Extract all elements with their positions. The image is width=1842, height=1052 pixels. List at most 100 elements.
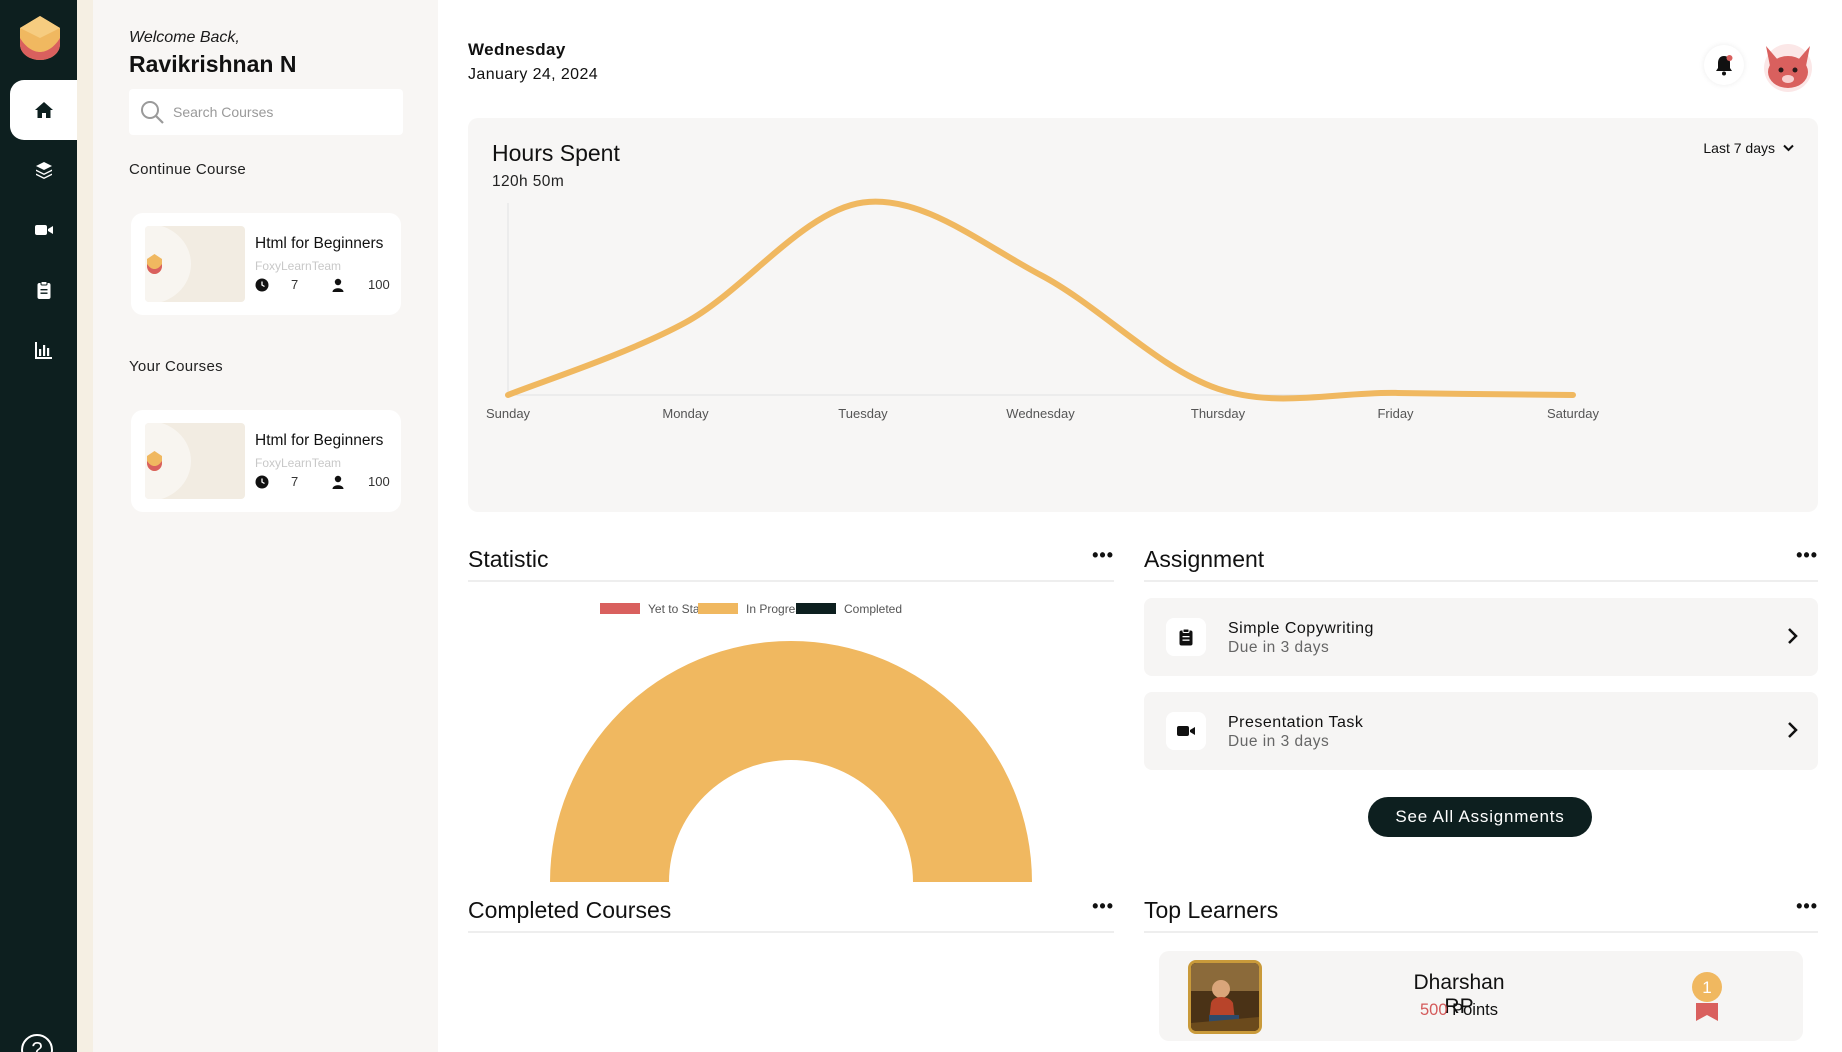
- x-tick-label: Wednesday: [1006, 406, 1075, 421]
- x-tick-label: Tuesday: [838, 406, 888, 421]
- hours-title: Hours Spent: [492, 140, 620, 166]
- top-learners-menu-icon[interactable]: •••: [1796, 897, 1818, 915]
- x-tick-label: Saturday: [1547, 406, 1600, 421]
- course-meta: 7 100: [255, 474, 390, 489]
- course-logo-icon: [147, 451, 162, 471]
- student-count: 100: [368, 474, 390, 489]
- learner-points-value: 500: [1420, 1001, 1448, 1019]
- video-icon: [34, 225, 53, 235]
- assignment-due: Due in 3 days: [1228, 733, 1330, 750]
- app-logo[interactable]: [18, 14, 62, 62]
- search-input[interactable]: [173, 104, 393, 120]
- continue-course-card[interactable]: Html for Beginners FoxyLearnTeam 7 100: [131, 213, 401, 315]
- see-all-assignments-button[interactable]: See All Assignments: [1368, 797, 1592, 837]
- continue-course-label: Continue Course: [129, 161, 247, 178]
- course-title: Html for Beginners: [255, 432, 384, 449]
- hours-series-line: [505, 198, 1576, 402]
- chevron-right-icon[interactable]: [1786, 626, 1800, 646]
- clipboard-icon: [37, 281, 50, 299]
- legend-label: Completed: [844, 602, 902, 616]
- assignment-name: Simple Copywriting: [1228, 620, 1374, 637]
- learner-photo-image: [1191, 963, 1259, 1031]
- app-root: ? Welcome Back, Ravikrishnan N Continue …: [0, 0, 1842, 1052]
- clipboard-icon: [1179, 628, 1193, 646]
- nav-assignments[interactable]: [10, 260, 77, 320]
- chevron-down-icon: [1783, 144, 1794, 152]
- nav-rail: ?: [0, 0, 77, 1052]
- current-date: January 24, 2024: [468, 66, 599, 83]
- layers-icon: [35, 162, 52, 179]
- search-box[interactable]: [129, 89, 403, 135]
- nav-analytics[interactable]: [10, 320, 77, 380]
- home-icon: [34, 102, 53, 118]
- hours-total: 120h 50m: [492, 173, 565, 190]
- video-icon: [1177, 726, 1195, 736]
- user-icon: [332, 475, 344, 489]
- completed-courses-header: Completed Courses •••: [468, 887, 1114, 933]
- search-icon: [141, 101, 164, 124]
- statistic-half-donut-chart: Yet to Start In Progress Completed: [550, 602, 1032, 882]
- statistic-title: Statistic: [468, 546, 549, 572]
- assignment-header: Assignment •••: [1144, 536, 1818, 582]
- assignment-name: Presentation Task: [1228, 714, 1364, 731]
- lesson-count: 7: [291, 277, 299, 292]
- course-title: Html for Beginners: [255, 235, 384, 252]
- course-author: FoxyLearnTeam: [255, 259, 342, 273]
- learner-points: 500 Points: [1399, 1001, 1519, 1020]
- completed-courses-title: Completed Courses: [468, 897, 672, 923]
- top-learners-header: Top Learners •••: [1144, 887, 1818, 933]
- hours-spent-card: Sunday Monday Tuesday Wednesday Thursday Frid…: [468, 118, 1818, 512]
- nav-videos[interactable]: [10, 200, 77, 260]
- assignment-icon-box: [1166, 618, 1206, 656]
- statistic-header: Statistic •••: [468, 536, 1114, 582]
- assignment-title: Assignment: [1144, 546, 1265, 572]
- notification-button[interactable]: [1704, 45, 1744, 85]
- range-label: Last 7 days: [1703, 140, 1775, 156]
- nav-courses[interactable]: [10, 140, 77, 200]
- current-day: Wednesday: [468, 40, 566, 59]
- clock-icon: [255, 278, 269, 291]
- course-author: FoxyLearnTeam: [255, 456, 342, 470]
- completed-menu-icon[interactable]: •••: [1092, 897, 1114, 915]
- assignment-item[interactable]: Presentation Task Due in 3 days: [1144, 692, 1818, 770]
- help-icon[interactable]: ?: [21, 1034, 53, 1052]
- learner-avatar: [1188, 960, 1262, 1034]
- learner-points-label: Points: [1452, 1001, 1498, 1019]
- nav-home[interactable]: [10, 80, 77, 140]
- learner-card[interactable]: Dharshan RP 500 Points 1: [1159, 951, 1803, 1041]
- clock-icon: [255, 475, 269, 488]
- course-meta: 7 100: [255, 277, 390, 292]
- chevron-right-icon[interactable]: [1786, 720, 1800, 740]
- statistic-menu-icon[interactable]: •••: [1092, 546, 1114, 564]
- x-tick-label: Monday: [662, 406, 709, 421]
- donut-slice-in-progress: [550, 641, 1032, 882]
- range-dropdown[interactable]: Last 7 days: [1703, 140, 1794, 156]
- legend-swatch: [698, 603, 738, 614]
- rank-medal-icon: 1: [1692, 972, 1722, 1021]
- assignment-due: Due in 3 days: [1228, 639, 1330, 656]
- assignment-item[interactable]: Simple Copywriting Due in 3 days: [1144, 598, 1818, 676]
- hours-line-chart: Sunday Monday Tuesday Wednesday Thursday Frid…: [486, 198, 1600, 421]
- x-tick-label: Thursday: [1191, 406, 1246, 421]
- rail-divider: [77, 0, 93, 1052]
- course-thumbnail: [145, 226, 245, 302]
- side-panel: Welcome Back, Ravikrishnan N Continue Co…: [93, 0, 438, 1052]
- x-tick-label: Friday: [1377, 406, 1414, 421]
- student-count: 100: [368, 277, 390, 292]
- username: Ravikrishnan N: [129, 51, 297, 77]
- rank-number: 1: [1702, 978, 1711, 997]
- user-icon: [332, 278, 344, 292]
- x-tick-label: Sunday: [486, 406, 531, 421]
- bar-chart-icon: [34, 342, 52, 359]
- welcome-text: Welcome Back,: [129, 29, 240, 46]
- user-avatar[interactable]: [1760, 38, 1816, 94]
- legend-swatch: [600, 603, 640, 614]
- bell-icon: [1716, 55, 1733, 76]
- lesson-count: 7: [291, 474, 299, 489]
- course-thumbnail: [145, 423, 245, 499]
- assignment-menu-icon[interactable]: •••: [1796, 546, 1818, 564]
- your-course-card[interactable]: Html for Beginners FoxyLearnTeam 7 100: [131, 410, 401, 512]
- top-learners-title: Top Learners: [1144, 897, 1279, 923]
- assignment-icon-box: [1166, 712, 1206, 750]
- legend-swatch: [796, 603, 836, 614]
